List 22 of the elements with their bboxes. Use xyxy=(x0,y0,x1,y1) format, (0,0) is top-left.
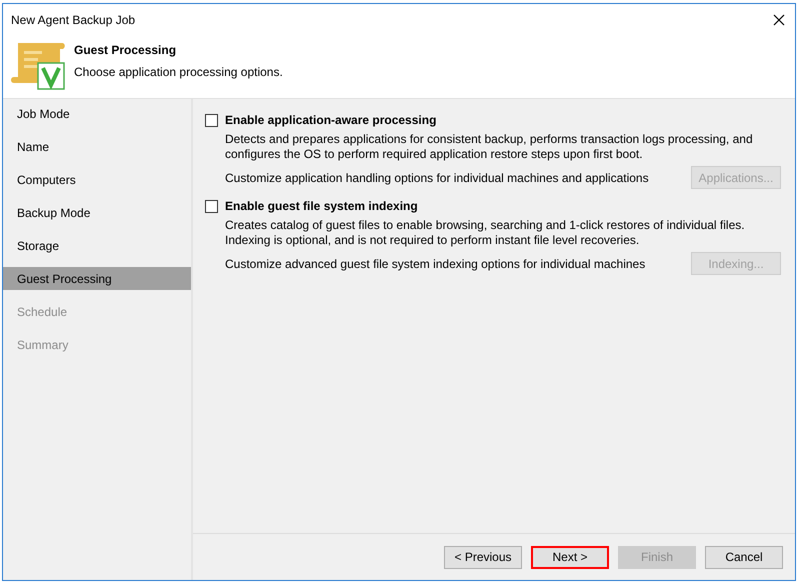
sidebar-item[interactable]: Storage xyxy=(3,234,191,257)
customize-text: Customize advanced guest file system indexing options for individual machines xyxy=(225,256,646,272)
sidebar-item[interactable]: Computers xyxy=(3,168,191,191)
checkbox-label[interactable]: Enable application-aware processing xyxy=(225,111,436,129)
window-title: New Agent Backup Job xyxy=(11,12,136,28)
page-subtitle: Choose application processing options. xyxy=(74,64,283,81)
checkbox[interactable] xyxy=(205,114,218,126)
scroll-with-checkmark-icon xyxy=(10,41,66,91)
sidebar-item[interactable]: Backup Mode xyxy=(3,201,191,224)
checkbox-label[interactable]: Enable guest file system indexing xyxy=(225,197,418,215)
option-description: Creates catalog of guest files to enable browsing, searching and 1-click restores of individual files. Indexing is optional, and is not required to perform instant file level recoveries. xyxy=(224,218,746,248)
sidebar-item[interactable]: Job Mode xyxy=(3,102,191,125)
wizard-button[interactable]: < Previous xyxy=(444,546,522,568)
sidebar-item[interactable]: Guest Processing xyxy=(3,267,191,290)
close-icon[interactable] xyxy=(773,14,785,26)
wizard-button[interactable]: Next > xyxy=(531,546,609,568)
page-title: Guest Processing xyxy=(74,42,178,59)
wizard-button[interactable]: Cancel xyxy=(705,546,783,568)
sidebar-item[interactable]: Name xyxy=(3,135,191,158)
checkbox[interactable] xyxy=(205,200,218,212)
option-description: Detects and prepares applications for consistent backup, performs transaction logs processing, and configures the OS to perform required application restore steps upon first boot. xyxy=(224,132,754,162)
customize-text: Customize application handling options for individual machines and applications xyxy=(225,170,649,186)
